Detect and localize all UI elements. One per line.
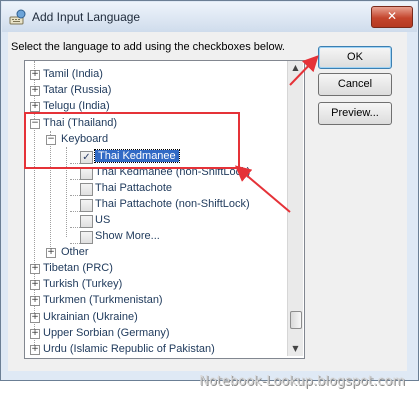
expand-icon[interactable]: + (30, 345, 40, 355)
expand-icon[interactable]: + (30, 102, 40, 112)
tree-line (70, 195, 80, 196)
tree-item-show-more[interactable]: Show More... (95, 228, 160, 244)
checkbox-show-more[interactable] (80, 231, 93, 244)
tree-item-upper-sorbian[interactable]: Upper Sorbian (Germany) (43, 325, 170, 341)
instruction-text: Select the language to add using the che… (11, 41, 285, 53)
tree-item-ukrainian[interactable]: Ukrainian (Ukraine) (43, 309, 138, 325)
checkbox-thai-pattachote[interactable] (80, 183, 93, 196)
tree-item-turkmen[interactable]: Turkmen (Turkmenistan) (43, 292, 163, 308)
preview-button[interactable]: Preview... (318, 102, 392, 125)
tree-item-us[interactable]: US (95, 212, 110, 228)
title-bar[interactable]: Add Input Language ✕ (2, 2, 417, 32)
keyboard-globe-icon (9, 9, 26, 25)
tree-item-thai-pattachote[interactable]: Thai Pattachote (95, 180, 172, 196)
expand-icon[interactable]: + (30, 329, 40, 339)
tree-item-tamil[interactable]: Tamil (India) (43, 66, 103, 82)
annotation-highlight-box (24, 112, 240, 169)
cancel-button[interactable]: Cancel (318, 73, 392, 96)
tree-line (70, 211, 80, 212)
expand-icon[interactable]: + (30, 313, 40, 323)
expand-icon[interactable]: + (30, 70, 40, 80)
tree-line (70, 179, 80, 180)
tree-item-thai-pattachote-non-shiftlock[interactable]: Thai Pattachote (non-ShiftLock) (95, 196, 250, 212)
checkbox-us[interactable] (80, 215, 93, 228)
tree-item-other[interactable]: Other (61, 244, 89, 260)
tree-line (70, 227, 80, 228)
close-button[interactable]: ✕ (371, 6, 413, 28)
tree-item-turkish[interactable]: Turkish (Turkey) (43, 276, 122, 292)
tree-item-urdu[interactable]: Urdu (Islamic Republic of Pakistan) (43, 341, 215, 357)
tree-scrollbar[interactable]: ▲ ▼ (287, 61, 303, 356)
expand-icon[interactable]: + (46, 248, 56, 258)
scroll-up-arrow-icon[interactable]: ▲ (288, 61, 303, 75)
tree-item-tibetan[interactable]: Tibetan (PRC) (43, 260, 113, 276)
window-title: Add Input Language (32, 10, 141, 24)
language-tree[interactable]: + Tamil (India) + Tatar (Russia) + Telug… (24, 60, 305, 359)
expand-icon[interactable]: + (30, 280, 40, 290)
expand-icon[interactable]: + (30, 264, 40, 274)
checkbox-thai-pattachote-non-shiftlock[interactable] (80, 199, 93, 212)
close-icon: ✕ (386, 9, 398, 23)
scroll-down-arrow-icon[interactable]: ▼ (288, 342, 303, 356)
expand-icon[interactable]: + (30, 86, 40, 96)
tree-item-tatar[interactable]: Tatar (Russia) (43, 82, 111, 98)
scroll-thumb[interactable] (290, 311, 302, 329)
watermark: Notebook-Lookup.blogspot.com (199, 374, 405, 389)
ok-button[interactable]: OK (318, 46, 392, 69)
expand-icon[interactable]: + (30, 296, 40, 306)
